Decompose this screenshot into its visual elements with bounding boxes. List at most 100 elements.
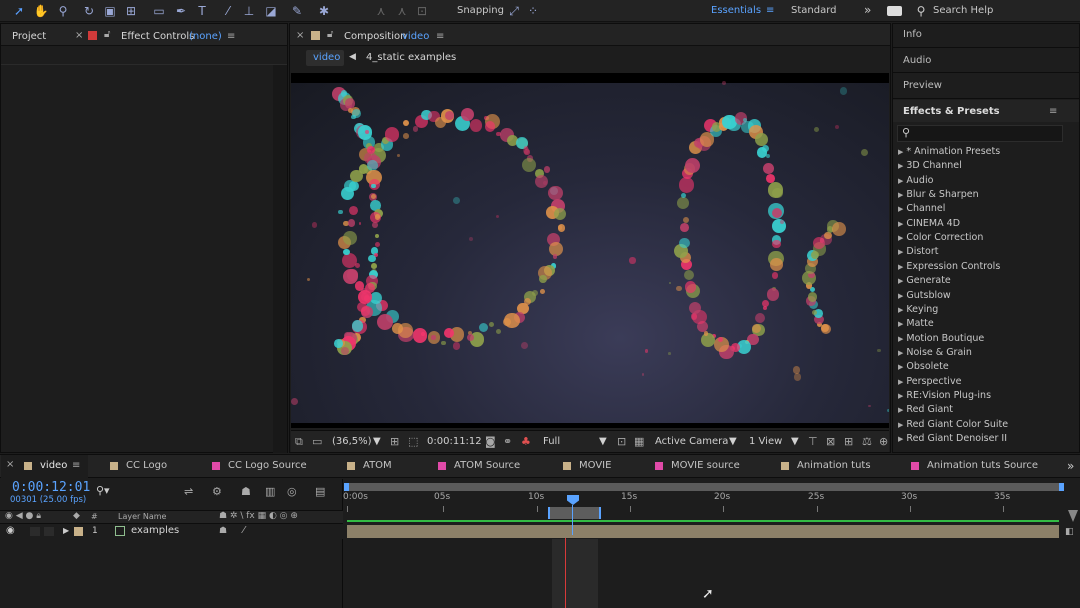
effects-category-item[interactable]: ▶ Distort	[898, 246, 938, 260]
zoom-tool-icon[interactable]: ⚲	[54, 2, 72, 20]
fast-preview-icon[interactable]: ⊡	[617, 435, 626, 448]
graph-editor-icon[interactable]: ▤	[315, 485, 325, 498]
expand-triangle-icon[interactable]: ▶	[898, 263, 903, 271]
effects-category-item[interactable]: ▶ Noise & Grain	[898, 347, 972, 361]
timeline-tab-video[interactable]: video	[40, 460, 67, 471]
axis-view-icon[interactable]: ⊡	[413, 2, 431, 20]
search-help-icon[interactable]: ⚲	[912, 2, 930, 20]
selection-tool-icon[interactable]: ➚	[10, 2, 28, 20]
expand-triangle-icon[interactable]: ▶	[898, 349, 903, 357]
lock-icon[interactable]: 🔓︎	[104, 29, 110, 40]
effects-category-item[interactable]: ▶ Color Correction	[898, 232, 983, 246]
expand-triangle-icon[interactable]: ▶	[898, 378, 903, 386]
effects-category-item[interactable]: ▶ Red Giant Color Suite	[898, 419, 1008, 433]
expand-triangle-icon[interactable]: ▶	[898, 234, 903, 242]
composition-menu-icon[interactable]: ≡	[436, 31, 444, 42]
views-select[interactable]: 1 View	[749, 436, 782, 447]
expand-triangle-icon[interactable]: ▶	[898, 191, 903, 199]
rectangle-tool-icon[interactable]: ▭	[150, 2, 168, 20]
expand-triangle-icon[interactable]: ▶	[898, 320, 903, 328]
tab-project[interactable]: Project	[12, 31, 46, 42]
layer-name[interactable]: examples	[131, 525, 179, 536]
tab-composition[interactable]: Composition	[344, 31, 406, 42]
expand-triangle-icon[interactable]: ▶	[898, 435, 903, 443]
expand-triangle-icon[interactable]: ▶	[898, 406, 903, 414]
effects-category-item[interactable]: ▶ Perspective	[898, 376, 961, 390]
current-time-display[interactable]: 0:00:12:01	[12, 480, 90, 495]
axis-world-icon[interactable]: ⋏	[393, 2, 411, 20]
workspace-menu-icon[interactable]: ≡	[766, 5, 774, 16]
workspace-overflow-icon[interactable]: »	[864, 3, 871, 17]
composition-lock-icon[interactable]: 🔓︎	[327, 29, 333, 40]
always-preview-icon[interactable]: ⧉	[295, 435, 303, 449]
search-help-label[interactable]: Search Help	[933, 5, 993, 16]
timeline-link-icon[interactable]: ⊠	[826, 435, 835, 448]
monitor-icon[interactable]: ▭	[312, 435, 322, 448]
effects-category-item[interactable]: ▶ Keying	[898, 304, 938, 318]
timeline-tab-animation-tuts-source[interactable]: Animation tuts Source	[927, 460, 1038, 471]
effects-category-item[interactable]: ▶ 3D Channel	[898, 160, 962, 174]
roto-brush-tool-icon[interactable]: ✎	[288, 2, 306, 20]
keyboard-shortcut-icon[interactable]	[887, 6, 902, 16]
composition-flowchart-icon[interactable]: ⇌	[184, 485, 193, 498]
time-navigator-end-handle[interactable]	[1059, 483, 1064, 491]
pan-behind-tool-icon[interactable]: ⊞	[122, 2, 140, 20]
timeline-tab-cc-logo[interactable]: CC Logo	[126, 460, 167, 471]
effects-category-item[interactable]: ▶ Red Giant	[898, 404, 953, 418]
snapping-icon[interactable]: ⤢	[505, 2, 523, 20]
work-area-region[interactable]	[548, 507, 601, 519]
timeline-search-icon[interactable]: ⚲▾	[96, 484, 110, 497]
panel-menu-icon[interactable]: ≡	[227, 31, 235, 42]
time-navigator-start-handle[interactable]	[344, 483, 349, 491]
label-column-icon[interactable]: ◆	[73, 511, 80, 521]
hand-tool-icon[interactable]: ✋	[32, 2, 50, 20]
timeline-tab-cc-logo-source[interactable]: CC Logo Source	[228, 460, 307, 471]
tab-effect-controls[interactable]: Effect Controls	[121, 31, 194, 42]
expand-triangle-icon[interactable]: ▶	[898, 392, 903, 400]
expand-triangle-icon[interactable]: ▶	[898, 335, 903, 343]
timeline-tab-atom-source[interactable]: ATOM Source	[454, 460, 520, 471]
breadcrumb-video[interactable]: video	[313, 52, 340, 63]
snapshot-icon[interactable]: ◙	[485, 435, 496, 448]
effects-category-item[interactable]: ▶ Channel	[898, 203, 945, 217]
effects-category-item[interactable]: ▶ Matte	[898, 318, 934, 332]
effects-category-item[interactable]: ▶ Obsolete	[898, 361, 949, 375]
brush-tool-icon[interactable]: ⁄	[219, 2, 237, 20]
show-snapshot-icon[interactable]: ⚭	[503, 435, 512, 448]
layer-visibility-icon[interactable]: ◉	[6, 525, 15, 536]
composition-viewer[interactable]	[291, 73, 889, 428]
camera-tool-icon[interactable]: ▣	[101, 2, 119, 20]
resolution-grid-icon[interactable]: ⊞	[390, 435, 399, 448]
region-of-interest-icon[interactable]: ⬚	[408, 435, 418, 448]
close-project-icon[interactable]: ×	[75, 30, 83, 41]
expand-triangle-icon[interactable]: ▶	[898, 162, 903, 170]
effects-category-item[interactable]: ▶ Blur & Sharpen	[898, 189, 979, 203]
puppet-tool-icon[interactable]: ✱	[315, 2, 333, 20]
av-switches-icons[interactable]: ◉ ◀ ● 🔒︎	[5, 511, 41, 521]
snap-options-icon[interactable]: ⁘	[524, 2, 542, 20]
effects-category-item[interactable]: ▶ Expression Controls	[898, 261, 1000, 275]
motion-blur-icon[interactable]: ◎	[287, 485, 297, 498]
expand-triangle-icon[interactable]: ▶	[898, 220, 903, 228]
expand-triangle-icon[interactable]: ▶	[898, 421, 903, 429]
transparency-grid-icon[interactable]: ▦	[634, 435, 644, 448]
magnification-dropdown-icon[interactable]: ▼	[373, 436, 381, 447]
work-area-bar[interactable]	[347, 520, 1059, 522]
layer-switches-header-icons[interactable]: ☗ ✲ \ fx ▦ ◐ ◎ ⊕	[219, 511, 298, 521]
left-panel-scrollbar[interactable]	[273, 65, 287, 453]
frame-blending-icon[interactable]: ▥	[265, 485, 275, 498]
reset-exposure-icon[interactable]: ⚖	[862, 435, 872, 448]
timeline-tab-movie[interactable]: MOVIE	[579, 460, 611, 471]
effects-category-item[interactable]: ▶ Red Giant Denoiser II	[898, 433, 1007, 447]
effects-category-item[interactable]: ▶ Gutsblow	[898, 290, 951, 304]
snapping-label[interactable]: Snapping	[457, 5, 504, 16]
close-composition-icon[interactable]: ×	[296, 30, 304, 41]
close-timeline-tab-icon[interactable]: ×	[6, 459, 14, 470]
viewer-timecode[interactable]: 0:00:11:12	[427, 436, 482, 447]
layer-lock-box[interactable]	[44, 527, 54, 536]
timeline-panel-menu-icon[interactable]: ≡	[72, 460, 80, 471]
expand-triangle-icon[interactable]: ▶	[898, 148, 903, 156]
effects-presets-label[interactable]: Effects & Presets	[903, 106, 1000, 117]
camera-dropdown-icon[interactable]: ▼	[729, 436, 737, 447]
shy-layers-icon[interactable]: ☗	[241, 485, 251, 498]
